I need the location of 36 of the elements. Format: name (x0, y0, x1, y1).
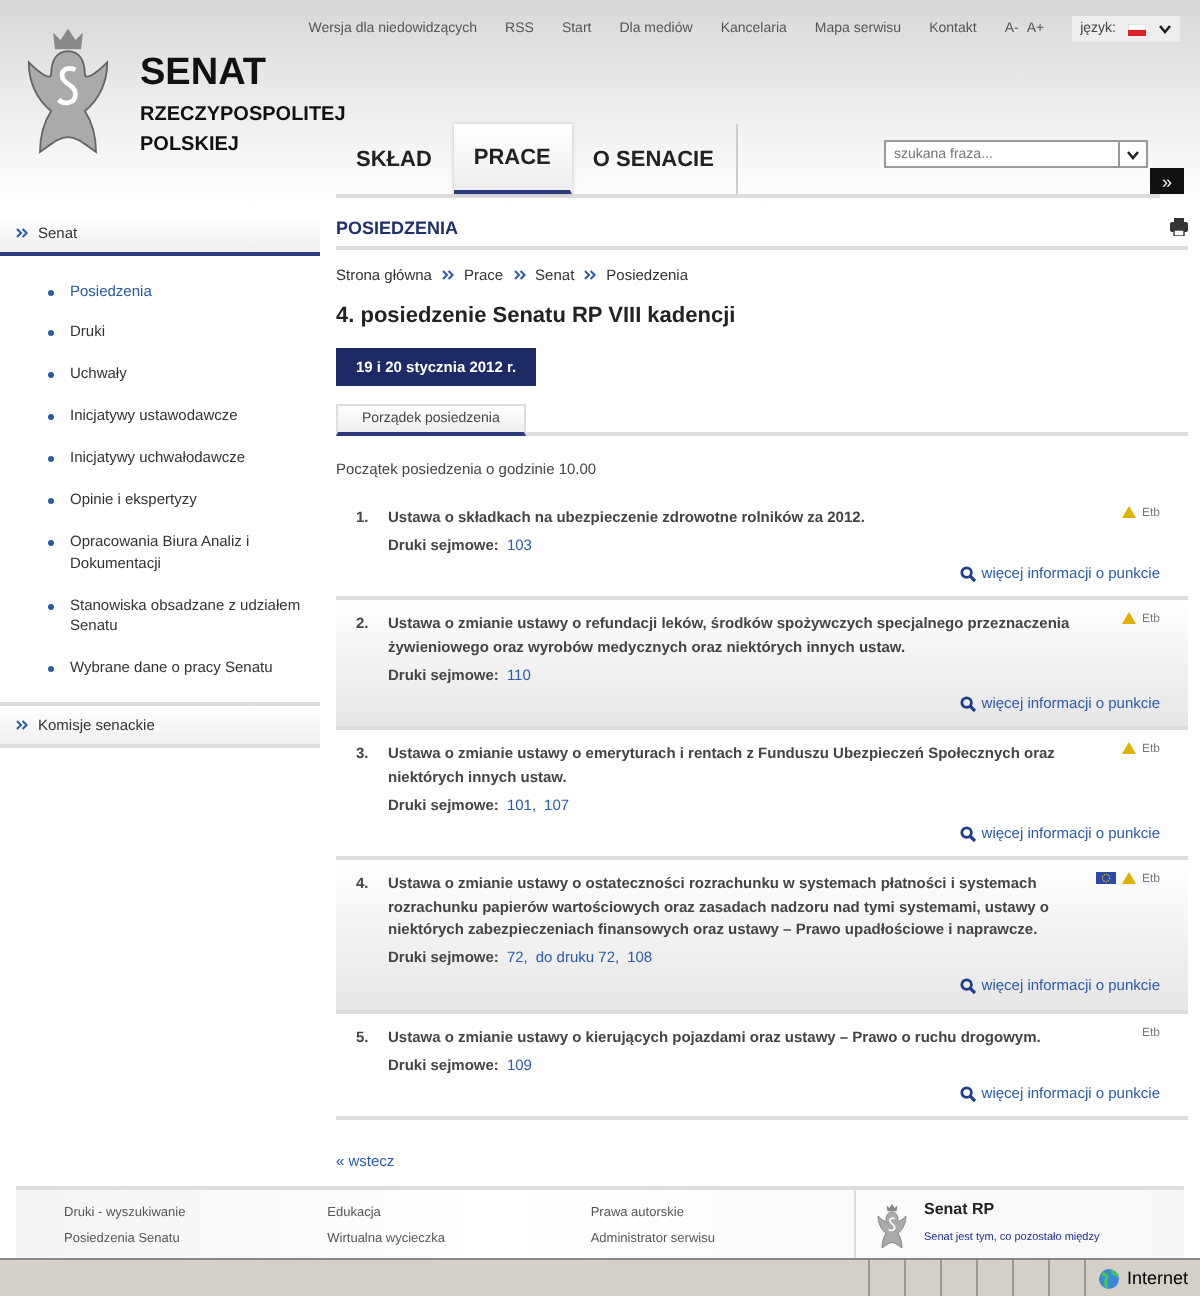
nav-tab[interactable]: PRACE (453, 124, 573, 194)
logo-subtitle: POLSKIEJ (140, 134, 241, 156)
section-title: POSIEDZENIA (336, 217, 459, 238)
search-icon (959, 1085, 976, 1102)
search-icon (959, 565, 976, 582)
caret-icon (1158, 24, 1172, 34)
chevron-icon (16, 720, 28, 731)
chevron-icon (441, 269, 454, 280)
chevron-icon (16, 227, 28, 238)
print-icon[interactable] (1170, 218, 1188, 237)
bullet-icon (48, 497, 54, 504)
bullet-icon (48, 330, 54, 337)
search-button[interactable]: » (1150, 168, 1184, 194)
status-zone: Internet (1126, 1268, 1188, 1289)
bullet-icon (48, 539, 54, 546)
bullet-icon (48, 414, 54, 421)
search-icon (959, 825, 976, 842)
nav-tab[interactable]: SKŁAD (336, 124, 454, 194)
search-icon (959, 977, 976, 994)
bullet-icon (48, 456, 54, 463)
chevron-icon (513, 269, 526, 280)
search-icon (959, 695, 976, 712)
dropdown-button[interactable] (1120, 140, 1148, 168)
globe-icon (1098, 1267, 1121, 1290)
nav-tab[interactable]: O SENACIE (572, 124, 736, 194)
bullet-icon (48, 666, 54, 673)
bullet-icon (48, 289, 54, 296)
page-heading: 4. posiedzenie Senatu RP VIII kadencji (336, 303, 738, 328)
logo-title: SENAT (140, 52, 268, 96)
caret-icon (1126, 149, 1140, 159)
logo-subtitle: RZECZYPOSPOLITEJ (140, 104, 346, 126)
bullet-icon (48, 372, 54, 379)
flag-icon (1128, 23, 1146, 35)
footer-box-title: Senat RP (924, 1200, 997, 1219)
chevron-icon (584, 269, 597, 280)
bullet-icon (48, 603, 54, 610)
